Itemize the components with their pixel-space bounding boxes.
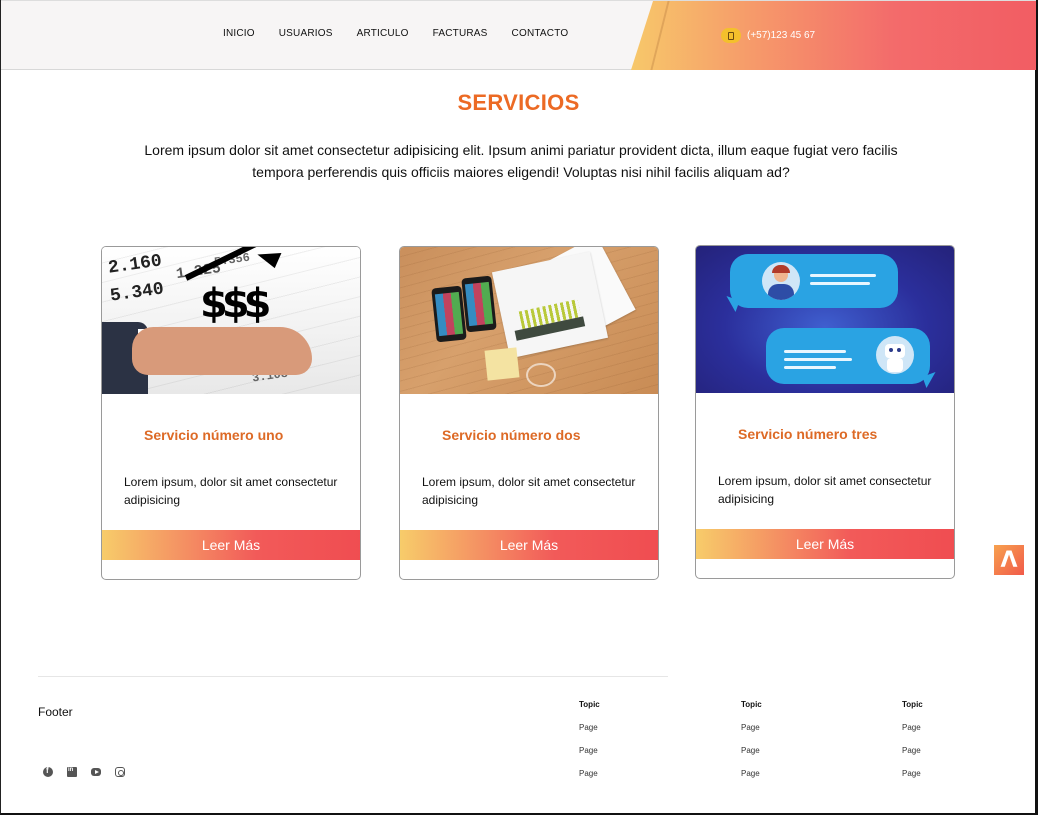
footer-column-1: Topic Page Page Page bbox=[579, 700, 600, 792]
finance-image: 2.160 5.340 1.225 5.356 3.108 $$$ bbox=[102, 247, 360, 394]
footer-topic: Topic bbox=[741, 700, 762, 709]
nav-contacto[interactable]: CONTACTO bbox=[512, 28, 569, 39]
phone-number: (+57)123 45 67 bbox=[747, 30, 816, 41]
footer-brand: Footer bbox=[38, 705, 73, 719]
social-links bbox=[43, 766, 125, 777]
nav-inicio[interactable]: INICIO bbox=[223, 28, 255, 39]
footer-divider bbox=[38, 676, 668, 677]
linkedin-icon[interactable] bbox=[67, 767, 77, 777]
sticky-note bbox=[484, 347, 520, 381]
smartphone bbox=[461, 275, 497, 333]
phone-icon bbox=[721, 28, 741, 43]
scroll-top-button[interactable]: Λ bbox=[994, 545, 1024, 575]
nav-usuarios[interactable]: USUARIOS bbox=[279, 28, 333, 39]
footer-link[interactable]: Page bbox=[902, 723, 923, 732]
nav-articulo[interactable]: ARTICULO bbox=[357, 28, 409, 39]
services-title: SERVICIOS bbox=[457, 90, 580, 115]
card-title: Servicio número tres bbox=[738, 426, 878, 442]
card-text: Lorem ipsum, dolor sit amet consectetur … bbox=[422, 475, 636, 507]
service-card-3: Servicio número tres Lorem ipsum, dolor … bbox=[695, 245, 955, 579]
card-title: Servicio número uno bbox=[144, 427, 284, 443]
chevron-up-icon: Λ bbox=[1000, 548, 1018, 573]
site-header: INICIO USUARIOS ARTICULO FACTURAS CONTAC… bbox=[1, 0, 1036, 70]
card-text: Lorem ipsum, dolor sit amet consectetur … bbox=[124, 475, 338, 507]
footer-topic: Topic bbox=[579, 700, 600, 709]
header-phone[interactable]: (+57)123 45 67 bbox=[721, 28, 815, 43]
band-divider bbox=[650, 1, 670, 70]
footer-column-3: Topic Page Page Page bbox=[902, 700, 923, 792]
smartphone bbox=[431, 285, 467, 343]
instagram-icon[interactable] bbox=[115, 767, 125, 777]
main-nav: INICIO USUARIOS ARTICULO FACTURAS CONTAC… bbox=[223, 28, 568, 39]
footer-link[interactable]: Page bbox=[579, 723, 600, 732]
glass bbox=[526, 363, 556, 387]
facebook-icon[interactable] bbox=[43, 766, 53, 777]
desk-image bbox=[400, 247, 658, 394]
footer-link[interactable]: Page bbox=[741, 723, 762, 732]
footer-topic: Topic bbox=[902, 700, 923, 709]
card-text: Lorem ipsum, dolor sit amet consectetur … bbox=[718, 474, 932, 506]
read-more-button[interactable]: Leer Más bbox=[696, 529, 954, 559]
card-title: Servicio número dos bbox=[442, 427, 581, 443]
footer-link[interactable]: Page bbox=[741, 769, 762, 778]
service-card-1: 2.160 5.340 1.225 5.356 3.108 $$$ Servic… bbox=[101, 246, 361, 580]
chat-bubble bbox=[730, 254, 898, 308]
services-intro: Lorem ipsum dolor sit amet consectetur a… bbox=[144, 142, 898, 180]
service-card-2: Servicio número dos Lorem ipsum, dolor s… bbox=[399, 246, 659, 580]
dollar-symbols: $$$ bbox=[200, 281, 271, 327]
footer-link[interactable]: Page bbox=[579, 769, 600, 778]
footer-link[interactable]: Page bbox=[741, 746, 762, 755]
footer-link[interactable]: Page bbox=[902, 769, 923, 778]
nav-facturas[interactable]: FACTURAS bbox=[433, 28, 488, 39]
youtube-icon[interactable] bbox=[91, 768, 101, 776]
robot-avatar-icon bbox=[876, 336, 914, 374]
user-avatar-icon bbox=[762, 262, 800, 300]
read-more-button[interactable]: Leer Más bbox=[102, 530, 360, 560]
footer-column-2: Topic Page Page Page bbox=[741, 700, 762, 792]
footer-link[interactable]: Page bbox=[579, 746, 600, 755]
chat-image bbox=[696, 246, 954, 393]
header-contact-band bbox=[631, 1, 1036, 70]
read-more-button[interactable]: Leer Más bbox=[400, 530, 658, 560]
hand bbox=[132, 327, 312, 375]
footer-link[interactable]: Page bbox=[902, 746, 923, 755]
